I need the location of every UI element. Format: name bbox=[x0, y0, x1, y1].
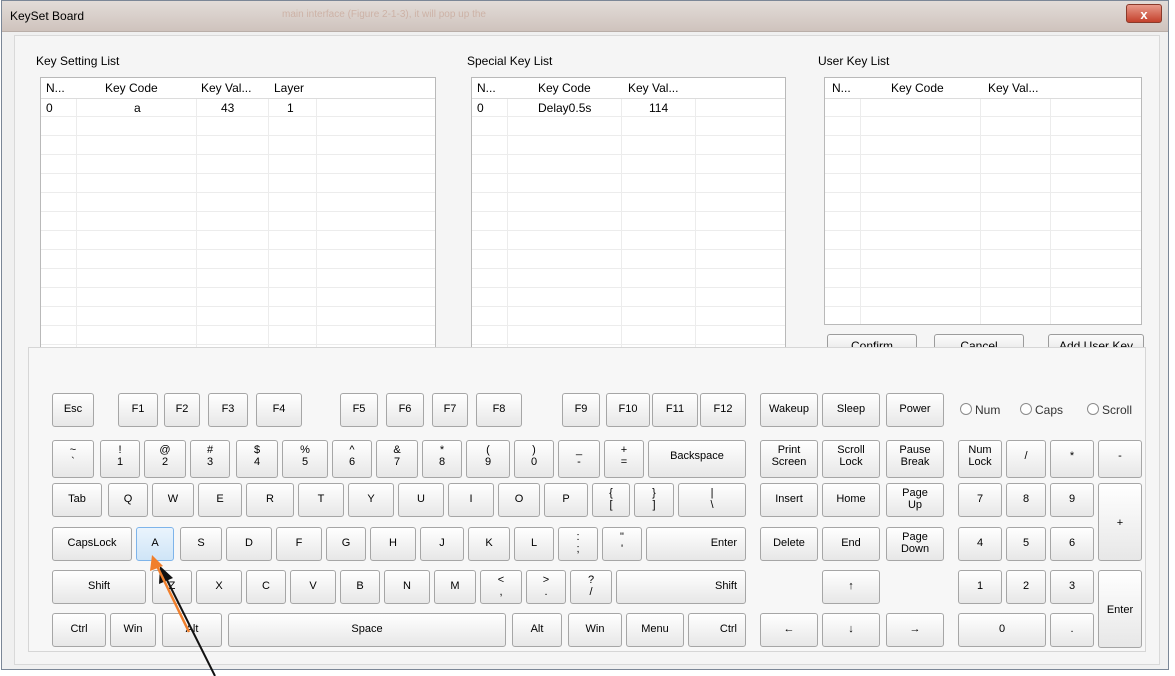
annotation-arrows bbox=[150, 555, 216, 676]
orange-arrow-line bbox=[155, 565, 191, 633]
black-arrow-line bbox=[165, 577, 216, 676]
